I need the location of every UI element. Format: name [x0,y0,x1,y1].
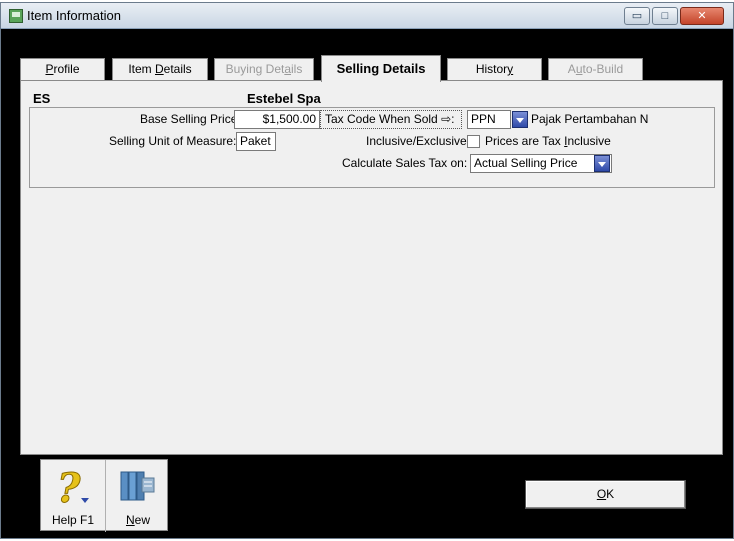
tab-item-details[interactable]: Item Details [112,58,208,81]
help-button-label: Help F1 [51,513,95,527]
tab-buying-details[interactable]: Buying Details [214,58,314,81]
base-selling-price-field[interactable]: $1,500.00 [234,110,320,129]
selling-details-panel: ES Estebel Spa Base Selling Price: $1,50… [20,80,723,455]
new-item-icon [120,471,155,501]
title-bar[interactable]: Item Information ▭ □ ✕ [1,3,733,29]
tax-code-field[interactable]: PPN [467,110,511,129]
tab-profile[interactable]: Profile [20,58,105,81]
bottom-toolbar: ? Help F1 New [40,459,169,532]
help-button[interactable]: ? Help F1 [41,460,105,532]
question-mark-icon: ? [57,465,89,510]
ok-button[interactable]: OK [525,480,686,509]
new-button[interactable]: New [105,460,169,532]
item-information-window: Item Information ▭ □ ✕ Profile Item Deta… [0,2,734,539]
svg-text:?: ? [57,465,81,510]
tab-auto-build[interactable]: Auto-Build [548,58,643,81]
maximize-button[interactable]: □ [652,7,678,25]
maximize-icon: □ [661,10,669,22]
tab-selling-details[interactable]: Selling Details [321,55,441,82]
item-name: Estebel Spa [247,91,321,106]
tax-inclusive-checkbox[interactable] [467,135,480,148]
tax-code-when-sold-button[interactable]: Tax Code When Sold ⇨: [320,110,462,129]
close-icon: ✕ [697,10,707,22]
item-code: ES [33,91,51,106]
window-title: Item Information [27,8,121,23]
tax-inclusive-checkbox-label[interactable]: Prices are Tax Inclusive [485,134,611,148]
inclusive-exclusive-label: Inclusive/Exclusive: [366,134,471,148]
minimize-button[interactable]: ▭ [624,7,650,25]
tax-code-dropdown-icon[interactable] [512,111,528,128]
calculate-sales-tax-label: Calculate Sales Tax on: [342,156,468,170]
selling-unit-field[interactable]: Paket [236,132,276,151]
app-icon [9,9,23,23]
calculate-sales-tax-select[interactable]: Actual Selling Price [470,154,612,173]
tax-code-description: Pajak Pertambahan N [531,112,649,126]
tab-history[interactable]: History [447,58,542,81]
tab-strip: Profile Item Details Buying Details Sell… [20,55,720,82]
selling-fields-group: Base Selling Price: $1,500.00 Selling Un… [29,107,715,188]
close-button[interactable]: ✕ [680,7,724,25]
base-selling-price-label: Base Selling Price: [140,112,241,126]
minimize-icon: ▭ [631,10,643,22]
calculate-sales-tax-dropdown-icon[interactable] [594,155,610,172]
selling-unit-label: Selling Unit of Measure: [109,134,237,148]
new-button-label: New [125,513,150,527]
